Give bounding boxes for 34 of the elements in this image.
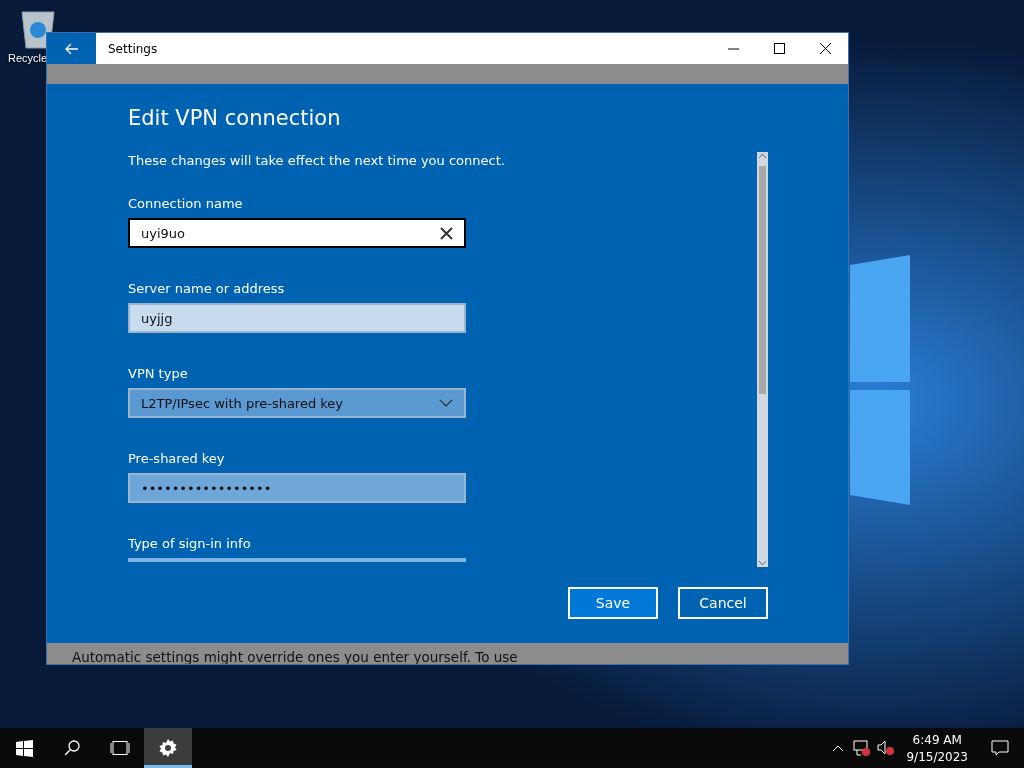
scrollbar[interactable] [757, 152, 768, 567]
back-button[interactable] [47, 33, 96, 64]
maximize-icon [773, 43, 785, 54]
caret-up-icon [832, 744, 845, 752]
search-icon [64, 740, 80, 756]
window-title: Settings [108, 41, 159, 56]
scroll-up-icon[interactable] [758, 152, 767, 160]
speech-bubble-icon [991, 740, 1009, 756]
field-label: Connection name [128, 196, 244, 212]
save-button[interactable]: Save [568, 587, 658, 619]
task-view-icon [109, 741, 131, 755]
dialog-heading: Edit VPN connection [128, 106, 342, 132]
windows-logo-icon [15, 739, 33, 757]
field-label: Type of sign-in info [128, 536, 252, 552]
field-label: Pre-shared key [128, 451, 226, 467]
field-label: Server name or address [128, 281, 286, 297]
clock[interactable]: 6:49 AM 9/15/2023 [898, 732, 976, 764]
minimize-icon [727, 47, 739, 50]
field-label: VPN type [128, 366, 189, 382]
info-text: These changes will take effect the next time you connect. [128, 152, 506, 170]
desktop-icon-label: Recycle [8, 52, 48, 64]
clear-icon[interactable] [440, 226, 453, 240]
input-field[interactable]: uyi9uo [128, 218, 466, 248]
input-field[interactable]: uyjjg [128, 303, 466, 333]
dropdown[interactable]: L2TP/IPsec with pre-shared key [128, 388, 466, 418]
gear-icon [159, 739, 177, 757]
close-icon [819, 43, 831, 54]
input-field[interactable]: ••••••••••••••••• [128, 473, 466, 503]
caret-icon [439, 398, 453, 408]
scroll-down-icon[interactable] [758, 559, 767, 567]
back-arrow-icon [64, 42, 79, 55]
cancel-button[interactable]: Cancel [678, 587, 768, 619]
settings-taskbar-button[interactable] [144, 728, 192, 768]
footer-text: Automatic settings might override ones you enter yourself. To use [72, 650, 518, 664]
